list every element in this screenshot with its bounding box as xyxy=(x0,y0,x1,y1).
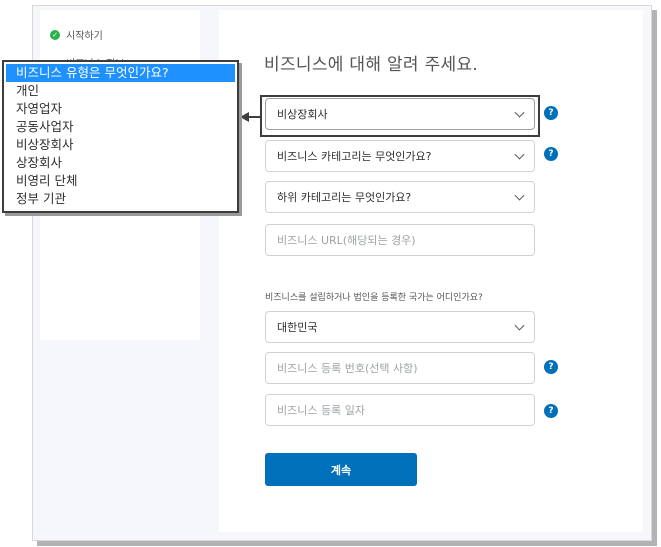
business-url-placeholder: 비즈니스 URL(해당되는 경우) xyxy=(277,234,416,247)
arrow-left-icon xyxy=(248,116,261,118)
dropdown-option[interactable]: 비즈니스 유형은 무엇인가요? xyxy=(6,64,235,82)
dropdown-option[interactable]: 공동사업자 xyxy=(4,118,237,136)
help-icon[interactable]: ? xyxy=(544,147,558,161)
highlight-box xyxy=(260,95,540,137)
business-category-placeholder: 비즈니스 카테고리는 무엇인가요? xyxy=(277,150,432,163)
subcategory-placeholder: 하위 카테고리는 무엇인가요? xyxy=(277,191,412,204)
sidebar-step-get-started[interactable]: ✓ 시작하기 xyxy=(50,27,103,42)
sidebar-step-label: 시작하기 xyxy=(66,31,103,42)
dropdown-option[interactable]: 개인 xyxy=(4,82,237,100)
dropdown-option[interactable]: 비영리 단체 xyxy=(4,172,237,190)
page-title: 비즈니스에 대해 알려 주세요. xyxy=(264,55,479,75)
country-value: 대한민국 xyxy=(277,321,318,334)
check-circle-icon: ✓ xyxy=(50,29,60,40)
dropdown-option[interactable]: 비상장회사 xyxy=(4,136,237,154)
country-select[interactable]: 대한민국 xyxy=(265,311,535,343)
business-url-input[interactable]: 비즈니스 URL(해당되는 경우) xyxy=(265,224,535,256)
registration-date-placeholder: 비즈니스 등록 일자 xyxy=(277,404,365,417)
chevron-down-icon xyxy=(514,149,525,160)
business-type-dropdown: 비즈니스 유형은 무엇인가요? 개인 자영업자 공동사업자 비상장회사 상장회사… xyxy=(2,60,239,213)
arrow-left-icon xyxy=(240,112,249,122)
subcategory-select[interactable]: 하위 카테고리는 무엇인가요? xyxy=(265,181,535,213)
chevron-down-icon xyxy=(514,190,525,201)
dropdown-option[interactable]: 자영업자 xyxy=(4,100,237,118)
help-icon[interactable]: ? xyxy=(544,404,558,418)
help-icon[interactable]: ? xyxy=(544,106,558,120)
business-category-select[interactable]: 비즈니스 카테고리는 무엇인가요? xyxy=(265,140,535,172)
registration-date-input[interactable]: 비즈니스 등록 일자 xyxy=(265,394,535,426)
registration-number-placeholder: 비즈니스 등록 번호(선택 사항) xyxy=(277,362,418,375)
help-icon[interactable]: ? xyxy=(544,360,558,374)
chevron-down-icon xyxy=(514,320,525,331)
country-question: 비즈니스를 설립하거나 법인을 등록한 국가는 어디인가요? xyxy=(265,293,483,303)
dropdown-option[interactable]: 정부 기관 xyxy=(4,190,237,208)
registration-number-input[interactable]: 비즈니스 등록 번호(선택 사항) xyxy=(265,352,535,384)
continue-button[interactable]: 계속 xyxy=(265,453,417,486)
dropdown-option[interactable]: 상장회사 xyxy=(4,154,237,172)
